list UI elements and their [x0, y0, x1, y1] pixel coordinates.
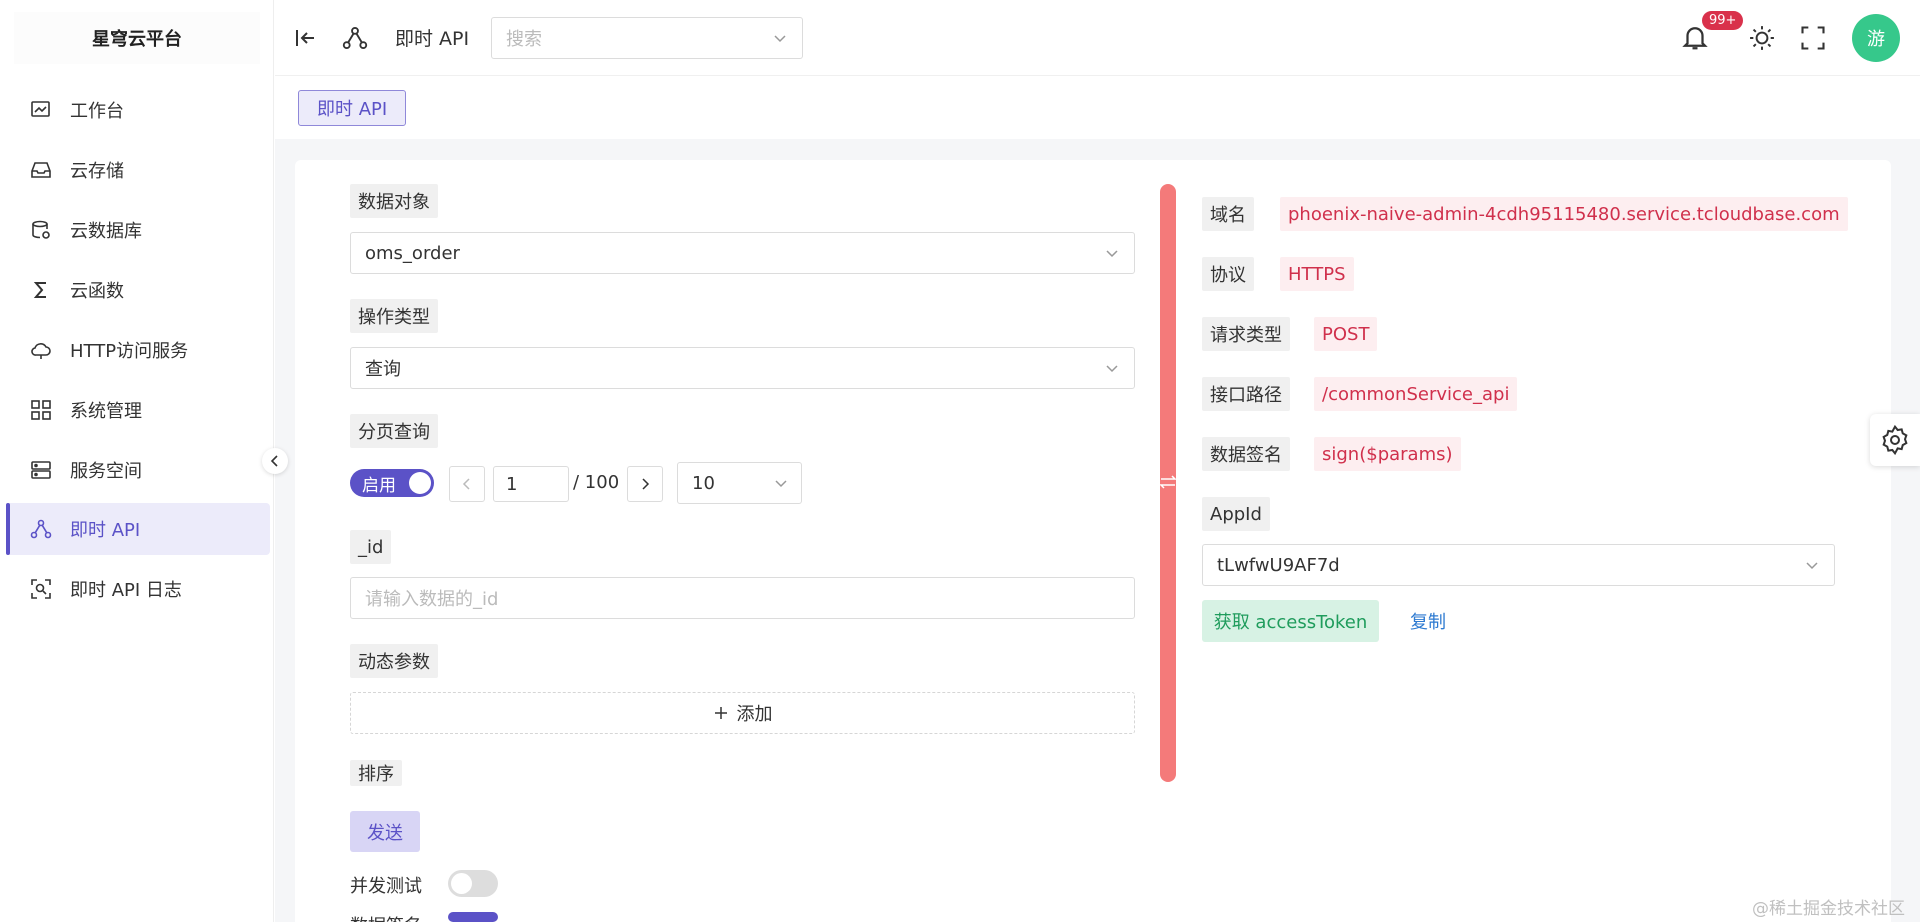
sign-label: 数据签名: [1202, 437, 1290, 471]
dashboard-icon: [30, 99, 52, 121]
sidebar-item-instant-api[interactable]: 即时 API: [6, 503, 270, 555]
page-title: 即时 API: [395, 28, 470, 50]
operation-type-label: 操作类型: [350, 299, 438, 333]
share-nodes-icon: [30, 518, 52, 540]
sort-label: 排序: [350, 760, 402, 786]
sidebar-item-label: HTTP访问服务: [70, 341, 189, 362]
chevron-down-icon: [1806, 562, 1818, 570]
domain-label: 域名: [1202, 197, 1254, 231]
sidebar: 星穹云平台 工作台 云存储 云数据库 云函数 HTTP访问服务 系统管理 服务空…: [0, 0, 274, 922]
sidebar-item-storage[interactable]: 云存储: [6, 144, 270, 196]
copy-link[interactable]: 复制: [1410, 608, 1446, 634]
paging-toggle[interactable]: 启用: [350, 469, 434, 497]
brand-title: 星穹云平台: [14, 12, 260, 64]
id-input[interactable]: 请输入数据的_id: [350, 577, 1135, 619]
tab-bar: 即时 API: [275, 77, 1920, 139]
method-value: POST: [1314, 317, 1378, 351]
sidebar-item-workbench[interactable]: 工作台: [6, 84, 270, 136]
next-page-button[interactable]: [627, 466, 663, 502]
sidebar-item-database[interactable]: 云数据库: [6, 204, 270, 256]
settings-button[interactable]: [1870, 414, 1920, 466]
swap-icon: [1158, 472, 1178, 492]
sidebar-item-label: 云数据库: [70, 221, 142, 242]
chevron-down-icon: [774, 35, 786, 43]
page-number-input[interactable]: 1: [493, 466, 569, 502]
main-card: [295, 160, 1891, 922]
add-label: 添加: [736, 704, 773, 725]
inbox-icon: [30, 159, 52, 181]
sigma-icon: [30, 279, 52, 301]
collapse-menu-icon[interactable]: [292, 24, 320, 52]
paging-toggle-label: 启用: [362, 475, 396, 496]
sidebar-item-functions[interactable]: 云函数: [6, 264, 270, 316]
paging-label: 分页查询: [350, 414, 438, 448]
chevron-right-icon: [642, 478, 650, 490]
sidebar-item-label: 云函数: [70, 281, 124, 302]
data-object-value: oms_order: [365, 242, 460, 264]
chevron-left-icon: [270, 455, 278, 467]
toggle-knob: [451, 873, 472, 894]
chevron-left-icon: [462, 478, 470, 490]
prev-page-button[interactable]: [449, 466, 485, 502]
appid-value: tLwfwU9AF7d: [1217, 554, 1340, 576]
concurrency-label: 并发测试: [350, 876, 422, 897]
add-param-button[interactable]: 添加: [350, 692, 1135, 734]
operation-type-select[interactable]: 查询: [350, 347, 1135, 389]
toggle-knob: [409, 472, 431, 494]
id-label: _id: [350, 530, 392, 564]
tab-instant-api[interactable]: 即时 API: [298, 90, 407, 126]
collapse-sidebar-button[interactable]: [262, 448, 288, 474]
data-object-label: 数据对象: [350, 184, 438, 218]
sidebar-item-system[interactable]: 系统管理: [6, 384, 270, 436]
database-icon: [30, 219, 52, 241]
cloud-icon: [30, 339, 52, 361]
appid-label: AppId: [1202, 497, 1270, 531]
sign-value: sign($params): [1314, 437, 1461, 471]
sidebar-item-label: 工作台: [70, 101, 124, 122]
get-access-token-button[interactable]: 获取 accessToken: [1202, 600, 1379, 642]
appid-select[interactable]: tLwfwU9AF7d: [1202, 544, 1835, 586]
watermark: @稀土掘金技术社区: [1752, 899, 1905, 919]
server-icon: [30, 459, 52, 481]
operation-type-value: 查询: [365, 359, 401, 380]
sun-icon[interactable]: [1748, 24, 1776, 52]
scan-log-icon: [30, 578, 52, 600]
signature-label: 数据签名: [350, 912, 422, 922]
path-label: 接口路径: [1202, 377, 1290, 411]
sidebar-item-http[interactable]: HTTP访问服务: [6, 324, 270, 376]
sidebar-item-label: 即时 API 日志: [70, 580, 182, 601]
signature-toggle[interactable]: [448, 912, 498, 922]
chevron-down-icon: [1106, 365, 1118, 373]
protocol-label: 协议: [1202, 257, 1254, 291]
sidebar-item-instant-api-log[interactable]: 即时 API 日志: [6, 563, 270, 615]
dynamic-params-label: 动态参数: [350, 644, 438, 678]
sidebar-item-space[interactable]: 服务空间: [6, 444, 270, 496]
page-total: / 100: [573, 472, 620, 493]
sidebar-item-label: 系统管理: [70, 401, 142, 422]
data-object-select[interactable]: oms_order: [350, 232, 1135, 274]
domain-value: phoenix-naive-admin-4cdh95115480.service…: [1280, 197, 1848, 231]
protocol-value: HTTPS: [1280, 257, 1354, 291]
chevron-down-icon: [1106, 250, 1118, 258]
search-placeholder: 搜索: [506, 29, 542, 50]
search-input[interactable]: 搜索: [491, 17, 803, 59]
chevron-down-icon: [775, 480, 787, 488]
share-nodes-icon: [341, 24, 369, 52]
sidebar-item-label: 即时 API: [70, 520, 141, 541]
top-header: 即时 API 搜索: [275, 0, 1920, 76]
fullscreen-icon[interactable]: [1799, 24, 1827, 52]
notification-badge: 99+: [1702, 11, 1744, 30]
send-button[interactable]: 发送: [350, 811, 420, 852]
avatar[interactable]: 游: [1852, 14, 1900, 62]
plus-icon: [714, 707, 727, 719]
grid-icon: [30, 399, 52, 421]
page-size-value: 10: [692, 472, 715, 494]
sidebar-item-label: 云存储: [70, 161, 124, 182]
gear-icon: [1882, 424, 1908, 456]
method-label: 请求类型: [1202, 317, 1290, 351]
path-value: /commonService_api: [1314, 377, 1518, 411]
sidebar-item-label: 服务空间: [70, 461, 142, 482]
page-size-select[interactable]: 10: [677, 462, 802, 504]
concurrency-toggle[interactable]: [448, 870, 498, 897]
